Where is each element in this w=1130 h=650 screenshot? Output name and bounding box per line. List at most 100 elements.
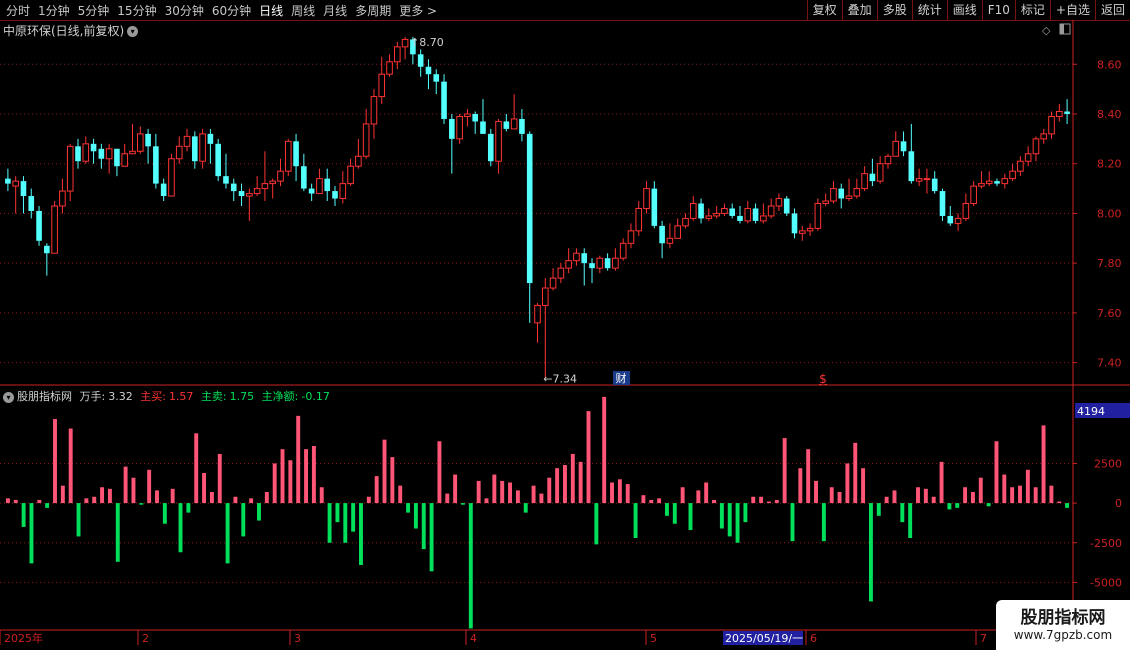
indicator-bar: [1049, 485, 1054, 504]
indicator-bar: [257, 503, 261, 521]
candle-body: [939, 191, 946, 216]
indicator-bar: [633, 503, 638, 538]
indicator-bar: [115, 503, 120, 562]
indicator-bar: [845, 463, 850, 504]
indicator-bar: [445, 493, 450, 504]
price-tick-label: 8.60: [1097, 58, 1122, 71]
price-tick-label: 8.20: [1097, 158, 1122, 171]
indicator-bar: [814, 480, 818, 504]
maximize-icon-fill: [1060, 24, 1064, 34]
candle-body: [931, 178, 938, 192]
indicator-bar: [76, 503, 81, 537]
candle-body: [378, 73, 386, 98]
candle-body: [253, 188, 261, 195]
diamond-icon: ◇: [1042, 24, 1051, 37]
indicator-bar: [217, 453, 222, 504]
indicator-bar: [390, 457, 395, 504]
indicator-dropdown-icon[interactable]: ▾: [3, 391, 14, 403]
candle-body: [783, 198, 790, 214]
candle-body: [994, 181, 1000, 184]
indicator-bar: [209, 492, 214, 504]
indicator-tick-label: 0: [1115, 497, 1122, 510]
cursor-date-label: 2025/05/19/一: [725, 632, 803, 645]
indicator-bar: [876, 503, 881, 516]
candle-body: [207, 133, 214, 144]
indicator-bar: [664, 503, 669, 516]
indicator-bar: [719, 503, 724, 529]
candle-body: [526, 133, 533, 284]
candle-body: [814, 203, 822, 229]
indicator-bar: [923, 488, 928, 504]
title-dropdown-icon[interactable]: ▾: [127, 26, 139, 37]
candle-body: [619, 242, 627, 259]
time-tick-label: 5: [650, 632, 657, 645]
candle-body: [752, 208, 759, 221]
candle-body: [612, 257, 619, 269]
time-tick-label: 6: [810, 632, 817, 645]
candle-body: [744, 207, 752, 222]
candle-body: [370, 96, 378, 125]
net-label: 主净额:: [261, 390, 299, 403]
candle-body: [659, 225, 665, 244]
candle-body: [1009, 170, 1016, 180]
candle-body: [105, 148, 113, 160]
indicator-bar: [680, 487, 685, 504]
indicator-bar: [641, 495, 646, 504]
indicator-bar: [578, 461, 583, 504]
indicator-bar: [484, 498, 489, 504]
indicator-bar: [304, 449, 309, 504]
candle-body: [985, 180, 993, 185]
indicator-bar: [335, 503, 340, 523]
indicator-bar: [311, 446, 316, 504]
candle-body: [308, 188, 315, 194]
indicator-bar: [21, 503, 26, 527]
candle-body: [713, 212, 720, 217]
candle-body: [1024, 153, 1032, 162]
stock-chart[interactable]: 8.60 8.40 8.20 8.00 7.80 7.60 7.40 2500 0 -2500 -5…: [0, 0, 1130, 650]
candle-body: [316, 178, 323, 195]
indicator-bar: [531, 485, 536, 504]
candle-body: [121, 153, 129, 167]
indicator-bar: [45, 503, 50, 508]
indicator-bar: [351, 503, 356, 532]
indicator-bar: [131, 477, 136, 504]
indicator-bar: [1057, 501, 1062, 504]
indicator-bar: [280, 449, 285, 504]
indicator-bar: [84, 498, 89, 504]
candle-body: [869, 173, 876, 182]
candle-body: [838, 188, 845, 199]
indicator-bar: [406, 503, 411, 513]
indicator-bar: [233, 496, 238, 504]
candle-body: [651, 188, 658, 226]
indicator-bar: [947, 503, 952, 510]
indicator-bar: [100, 487, 105, 504]
indicator-bar: [374, 476, 379, 504]
candle-body: [962, 203, 970, 219]
time-tick-label: 4: [470, 632, 477, 645]
candle-body: [386, 61, 393, 75]
candle-body: [160, 183, 167, 197]
candle-body: [1064, 111, 1070, 114]
indicator-bar: [366, 496, 371, 504]
candle-body: [495, 120, 502, 162]
candle-body: [970, 185, 977, 204]
candle-body: [830, 188, 837, 202]
indicator-bar: [821, 503, 826, 542]
indicator-bar: [727, 503, 732, 537]
finance-marker: 财: [616, 371, 627, 385]
indicator-bar: [327, 503, 332, 543]
watermark-line1: 股朋指标网: [1020, 608, 1106, 628]
wan-label: 万手:: [79, 390, 106, 403]
candle-body: [689, 203, 697, 219]
candle-body: [487, 133, 494, 162]
candle-body: [20, 181, 27, 197]
indicator-bar: [555, 468, 560, 504]
candle-body: [876, 163, 884, 182]
indicator-bar: [696, 490, 701, 504]
candle-body: [394, 46, 401, 63]
candle-body: [557, 267, 565, 279]
price-tick-label: 8.40: [1097, 108, 1122, 121]
candle-body: [627, 230, 635, 244]
candle-body: [1040, 133, 1048, 140]
indicator-bar: [453, 474, 458, 504]
